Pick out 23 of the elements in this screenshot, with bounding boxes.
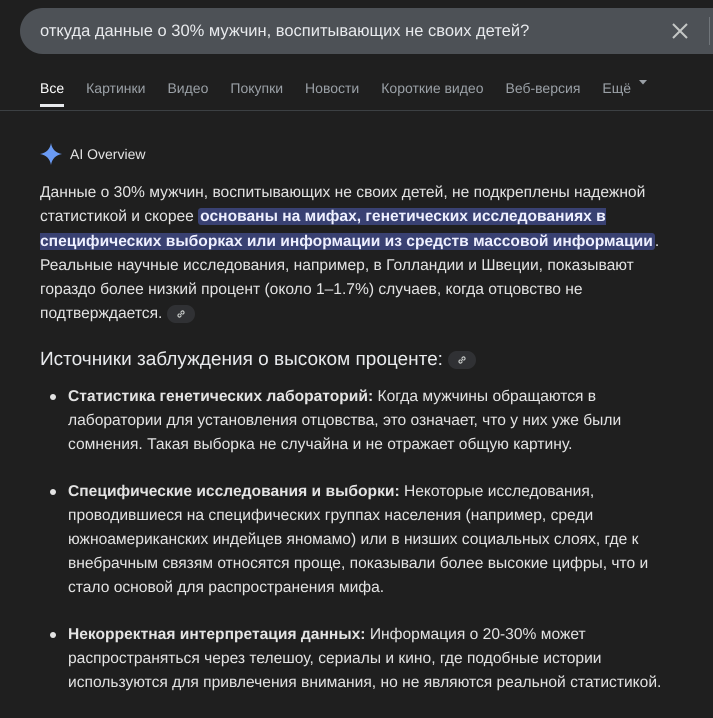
tab[interactable]: Веб-версия [506, 80, 580, 107]
list-item-text: Статистика генетических лабораторий: Когда мужчины обращаются в лаборатории для установления отцовства, это означает, что у них уже были сомнения. Такая выборка не случайна и не отражает общую картину. [68, 386, 622, 455]
search-input[interactable]: откуда данные о 30% мужчин, воспитывающих не своих детей? [40, 22, 659, 40]
tab[interactable]: Новости [305, 80, 360, 107]
section-heading: Источники заблуждения о высоком проценте: [40, 348, 443, 370]
tab[interactable]: Покупки [230, 80, 284, 107]
close-icon[interactable] [671, 22, 689, 40]
tab[interactable]: Ещё [602, 80, 648, 107]
overview-title: AI Overview [70, 146, 146, 162]
bullet-icon [50, 394, 56, 400]
bullet-icon [50, 488, 56, 495]
list-item-text: Специфические исследования и выборки: Некоторые исследования, проводившиеся на специфических группах населения (например, среди южноамериканских индейцев яномамо) или в низших социальных слоях, где к внебрачным связям относятся проще, показывали более высокие цифры, что и стало основой для распространения мифа. [68, 482, 650, 598]
list-item-text: Некорректная интерпретация данных: Информация о 20-30% может распространяться через телешоу, сериалы и кино, где подобные истории используются для привлечения внимания, но не являются реальной статистикой. [68, 624, 662, 693]
link-icon[interactable] [448, 350, 476, 369]
tab[interactable]: Все [40, 80, 64, 107]
sparkle-icon [40, 143, 62, 165]
search-field[interactable]: откуда данные о 30% мужчин, воспитывающих не своих детей? [20, 8, 713, 54]
bullet-icon [50, 632, 56, 638]
link-icon[interactable] [166, 305, 195, 324]
summary-paragraph: Данные о 30% мужчин, воспитывающих не своих детей, не подкреплены надежной статистикой и скорее основаны на мифах, генетических исследованиях в специфических выборках или информации из средств массовой информации. Реальные научные исследования, например, в Голландии и Швеции, показывают гораздо более низкий процент (около 1–1.7%) случаев, когда отцовство не подтверждается. [40, 183, 660, 326]
tab[interactable]: Картинки [86, 80, 146, 107]
tab[interactable]: Короткие видео [381, 80, 484, 107]
tab[interactable]: Видео [167, 80, 208, 107]
